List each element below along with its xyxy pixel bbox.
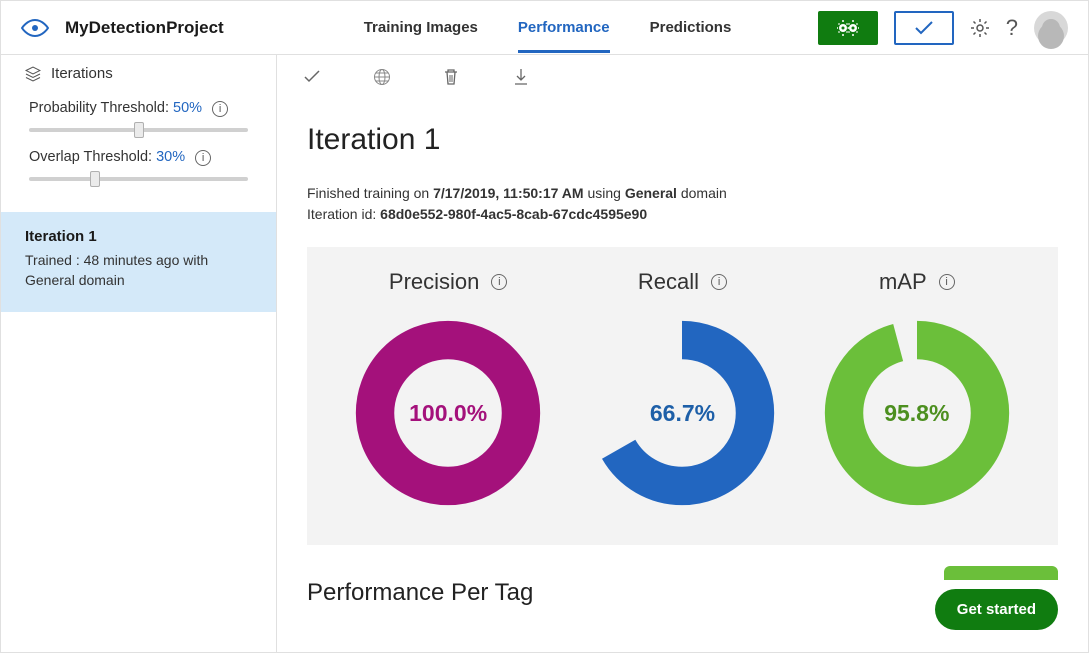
info-icon[interactable]: i bbox=[491, 274, 507, 290]
metric-recall: Recalli 66.7% bbox=[586, 269, 778, 509]
iterations-label: Iterations bbox=[51, 65, 113, 82]
main-tabs: Training Images Performance Predictions bbox=[364, 3, 732, 52]
project-title: MyDetectionProject bbox=[65, 18, 224, 38]
slider-thumb[interactable] bbox=[90, 171, 100, 187]
metric-map: mAP i 95.8% bbox=[821, 269, 1013, 509]
map-label: mAP bbox=[879, 269, 927, 295]
overlap-threshold-label: Overlap Threshold: bbox=[29, 149, 152, 165]
mark-default-icon[interactable] bbox=[303, 68, 321, 86]
recall-label: Recall bbox=[638, 269, 699, 295]
iteration-id-line: Iteration id: 68d0e552-980f-4ac5-8cab-67… bbox=[307, 204, 1058, 225]
info-icon[interactable]: i bbox=[711, 274, 727, 290]
help-icon[interactable]: ? bbox=[1006, 15, 1018, 41]
overlap-threshold-block: Overlap Threshold: 30% i bbox=[1, 135, 276, 184]
gears-icon bbox=[836, 19, 860, 37]
precision-value: 100.0% bbox=[352, 317, 544, 509]
finished-suffix: domain bbox=[677, 185, 727, 201]
prob-threshold-value: 50% bbox=[173, 100, 202, 116]
iterations-header: Iterations bbox=[1, 55, 276, 86]
iteration-card-title: Iteration 1 bbox=[25, 228, 252, 245]
iteration-id-label: Iteration id: bbox=[307, 206, 380, 222]
metrics-panel: Precisioni 100.0% Recalli 66.7% mAPi bbox=[307, 247, 1058, 545]
tab-predictions[interactable]: Predictions bbox=[650, 3, 732, 52]
checkmark-icon bbox=[914, 20, 934, 36]
overlap-threshold-slider[interactable] bbox=[29, 174, 248, 184]
info-icon[interactable]: i bbox=[939, 274, 955, 290]
finished-domain: General bbox=[625, 185, 677, 201]
overlap-threshold-value: 30% bbox=[156, 149, 185, 165]
user-avatar[interactable] bbox=[1034, 11, 1068, 45]
iteration-card-selected[interactable]: Iteration 1 Trained : 48 minutes ago wit… bbox=[1, 212, 276, 312]
slider-thumb[interactable] bbox=[134, 122, 144, 138]
person-icon bbox=[1042, 19, 1060, 37]
settings-gear-icon[interactable] bbox=[970, 18, 990, 38]
iteration-card-subtitle: Trained : 48 minutes ago with General do… bbox=[25, 251, 252, 290]
iteration-action-bar bbox=[277, 55, 1088, 99]
map-value: 95.8% bbox=[821, 317, 1013, 509]
main-panel: Iteration 1 Finished training on 7/17/20… bbox=[277, 55, 1088, 652]
finished-prefix: Finished training on bbox=[307, 185, 433, 201]
iteration-heading: Iteration 1 bbox=[307, 123, 1058, 157]
export-download-icon[interactable] bbox=[513, 68, 531, 86]
recall-value: 66.7% bbox=[586, 317, 778, 509]
app-header: MyDetectionProject Training Images Perfo… bbox=[1, 1, 1088, 55]
quick-test-button[interactable] bbox=[894, 11, 954, 45]
info-icon[interactable]: i bbox=[195, 150, 211, 166]
precision-label: Precision bbox=[389, 269, 479, 295]
probability-threshold-block: Probability Threshold: 50% i bbox=[1, 86, 276, 135]
eye-logo-icon bbox=[21, 19, 49, 37]
training-finished-line: Finished training on 7/17/2019, 11:50:17… bbox=[307, 183, 1058, 204]
iteration-id-value: 68d0e552-980f-4ac5-8cab-67cdc4595e90 bbox=[380, 206, 647, 222]
get-started-button[interactable]: Get started bbox=[935, 589, 1058, 630]
tab-performance[interactable]: Performance bbox=[518, 3, 610, 52]
prob-threshold-label: Probability Threshold: bbox=[29, 100, 169, 116]
sidebar: Iterations Probability Threshold: 50% i … bbox=[1, 55, 277, 652]
delete-trash-icon[interactable] bbox=[443, 68, 461, 86]
hint-peek bbox=[944, 566, 1058, 580]
tab-training-images[interactable]: Training Images bbox=[364, 3, 478, 52]
stack-icon bbox=[25, 66, 41, 82]
finished-datetime: 7/17/2019, 11:50:17 AM bbox=[433, 185, 583, 201]
metric-precision: Precision i 100.0% bbox=[352, 269, 544, 509]
info-icon[interactable]: i bbox=[212, 101, 228, 117]
finished-mid: using bbox=[584, 185, 625, 201]
prob-threshold-slider[interactable] bbox=[29, 125, 248, 135]
publish-globe-icon[interactable] bbox=[373, 68, 391, 86]
train-button[interactable] bbox=[818, 11, 878, 45]
